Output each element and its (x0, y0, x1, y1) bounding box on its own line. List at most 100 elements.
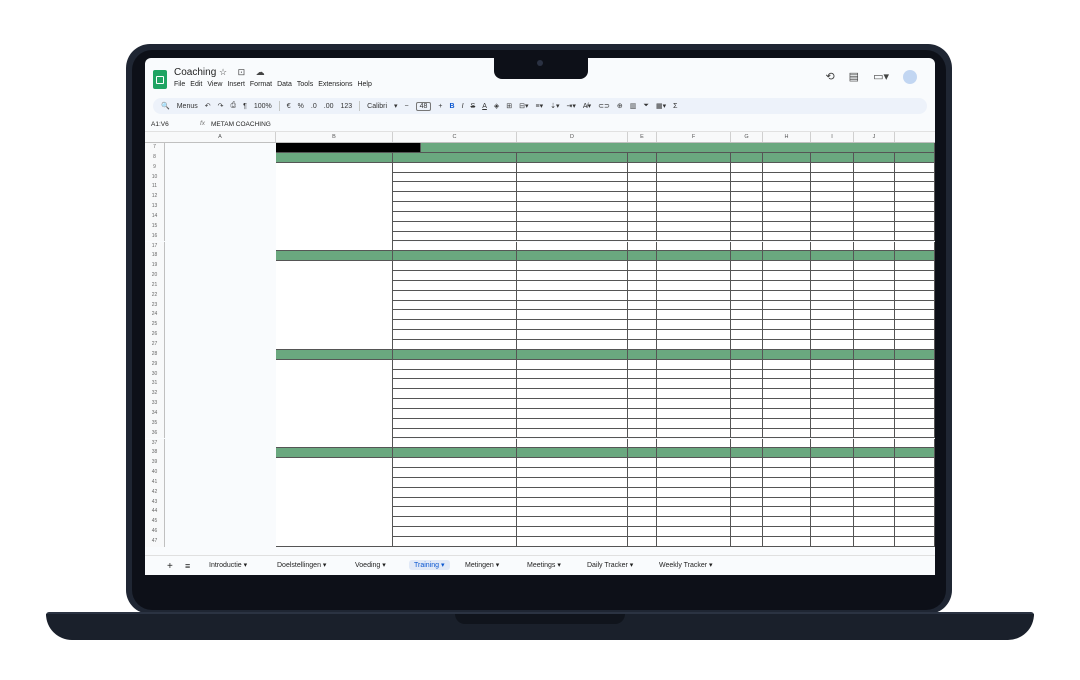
row-header[interactable]: 18 (145, 251, 165, 262)
cell-empty[interactable] (731, 231, 763, 242)
chevron-down-icon[interactable]: ▾ (321, 562, 327, 569)
cell-sets[interactable] (657, 290, 731, 301)
cell-empty[interactable] (895, 211, 935, 222)
plus-icon[interactable]: + (438, 103, 442, 110)
cell-empty[interactable] (854, 408, 895, 419)
cell-empty[interactable] (628, 241, 657, 252)
cell-inc[interactable] (854, 300, 895, 311)
cell-empty[interactable] (895, 369, 935, 380)
row-header[interactable]: 29 (145, 359, 165, 370)
row-header[interactable]: 13 (145, 202, 165, 212)
cell-empty[interactable] (393, 399, 517, 409)
functions-icon[interactable]: Σ (673, 103, 677, 110)
cell-empty[interactable] (763, 369, 811, 380)
cell-per[interactable] (628, 300, 657, 311)
cell-empty[interactable] (763, 537, 811, 547)
cell-empty[interactable] (763, 428, 811, 439)
cell-sets[interactable] (657, 280, 731, 291)
cell-rust[interactable] (811, 458, 854, 469)
cell-empty[interactable] (811, 389, 854, 400)
formula-input[interactable]: METAM COACHING (211, 121, 271, 128)
cell-ex[interactable] (393, 310, 517, 321)
cell-empty[interactable] (854, 527, 895, 537)
chevron-down-icon[interactable]: ▾ (628, 562, 634, 569)
valign-icon[interactable]: ⇣▾ (550, 102, 559, 110)
cell-per[interactable] (628, 497, 657, 508)
rotate-icon[interactable]: A̸▾ (583, 102, 591, 110)
merge-icon[interactable]: ⊟▾ (519, 102, 528, 110)
cell-empty[interactable] (854, 221, 895, 232)
cell-empty[interactable] (393, 438, 517, 449)
number-format-button[interactable]: 123 (340, 103, 352, 110)
cell-sets[interactable] (657, 517, 731, 528)
cell-sets[interactable] (657, 300, 731, 311)
cell-empty[interactable] (657, 379, 731, 390)
chart-icon[interactable]: ▥ (630, 102, 637, 110)
cell-vid[interactable] (517, 487, 628, 498)
cell-reps[interactable] (763, 172, 811, 183)
cell-empty[interactable] (628, 369, 657, 380)
cell-empty[interactable] (895, 399, 935, 409)
cell-empty[interactable] (854, 330, 895, 340)
cell-rust[interactable] (811, 182, 854, 193)
cell-empty[interactable] (811, 379, 854, 390)
cell-empty[interactable] (895, 537, 935, 547)
row-header[interactable]: 46 (145, 527, 165, 537)
cell-inc[interactable] (854, 280, 895, 291)
cell-empty[interactable] (657, 221, 731, 232)
menu-item-edit[interactable]: Edit (190, 81, 202, 88)
cell-empty[interactable] (895, 280, 935, 291)
avatar[interactable] (903, 70, 917, 84)
cell-empty[interactable] (393, 241, 517, 252)
cell-empty[interactable] (731, 428, 763, 439)
cell-reps[interactable] (763, 271, 811, 281)
cell-vid[interactable] (517, 271, 628, 281)
column-header-j[interactable]: J (854, 132, 895, 142)
cell-ex[interactable] (393, 300, 517, 311)
cell-empty[interactable] (393, 340, 517, 350)
menu-item-extensions[interactable]: Extensions (318, 81, 352, 88)
row-header[interactable]: 44 (145, 507, 165, 518)
cell-empty[interactable] (895, 389, 935, 400)
cell-ex[interactable] (393, 271, 517, 281)
row-header[interactable]: 27 (145, 340, 165, 350)
cell-empty[interactable] (517, 320, 628, 331)
filter-views-icon[interactable]: ▦▾ (656, 102, 666, 110)
cell-empty[interactable] (657, 399, 731, 409)
cell-inc[interactable] (854, 468, 895, 478)
cell-empty[interactable] (731, 389, 763, 400)
cell-sets[interactable] (657, 261, 731, 272)
cell-per[interactable] (628, 487, 657, 498)
cell-inc[interactable] (854, 172, 895, 183)
menus-search[interactable]: Menus (177, 103, 198, 110)
cell-empty[interactable] (628, 320, 657, 331)
cell-reps[interactable] (763, 202, 811, 212)
tab-metingen[interactable]: Metingen ▾ (465, 561, 499, 569)
cell-vid[interactable] (517, 507, 628, 518)
cell-rust[interactable] (811, 271, 854, 281)
cell-empty[interactable] (811, 320, 854, 331)
cell-empty[interactable] (657, 369, 731, 380)
cell-empty[interactable] (517, 340, 628, 350)
align-icon[interactable]: ≡▾ (536, 102, 544, 110)
cell-empty[interactable] (763, 359, 811, 370)
cell-sets[interactable] (657, 172, 731, 183)
cell-sets[interactable] (657, 507, 731, 518)
cell-ex[interactable] (393, 280, 517, 291)
cell-tempo[interactable] (731, 271, 763, 281)
cell-empty[interactable] (628, 359, 657, 370)
wrap-icon[interactable]: ⇥▾ (567, 102, 576, 110)
cell-empty[interactable] (763, 330, 811, 340)
cell-ex[interactable] (393, 172, 517, 183)
star-icon[interactable]: ☆ ⊡ ☁ (219, 67, 269, 78)
row-header[interactable]: 16 (145, 231, 165, 242)
cell-inc[interactable] (854, 477, 895, 488)
row-header[interactable]: 41 (145, 477, 165, 488)
row-header[interactable]: 47 (145, 537, 165, 547)
cell-sets[interactable] (657, 458, 731, 469)
cell-empty[interactable] (731, 408, 763, 419)
cell-empty[interactable] (763, 389, 811, 400)
undo-icon[interactable]: ↶ (205, 102, 211, 110)
cell-empty[interactable] (811, 399, 854, 409)
cell-rust[interactable] (811, 310, 854, 321)
